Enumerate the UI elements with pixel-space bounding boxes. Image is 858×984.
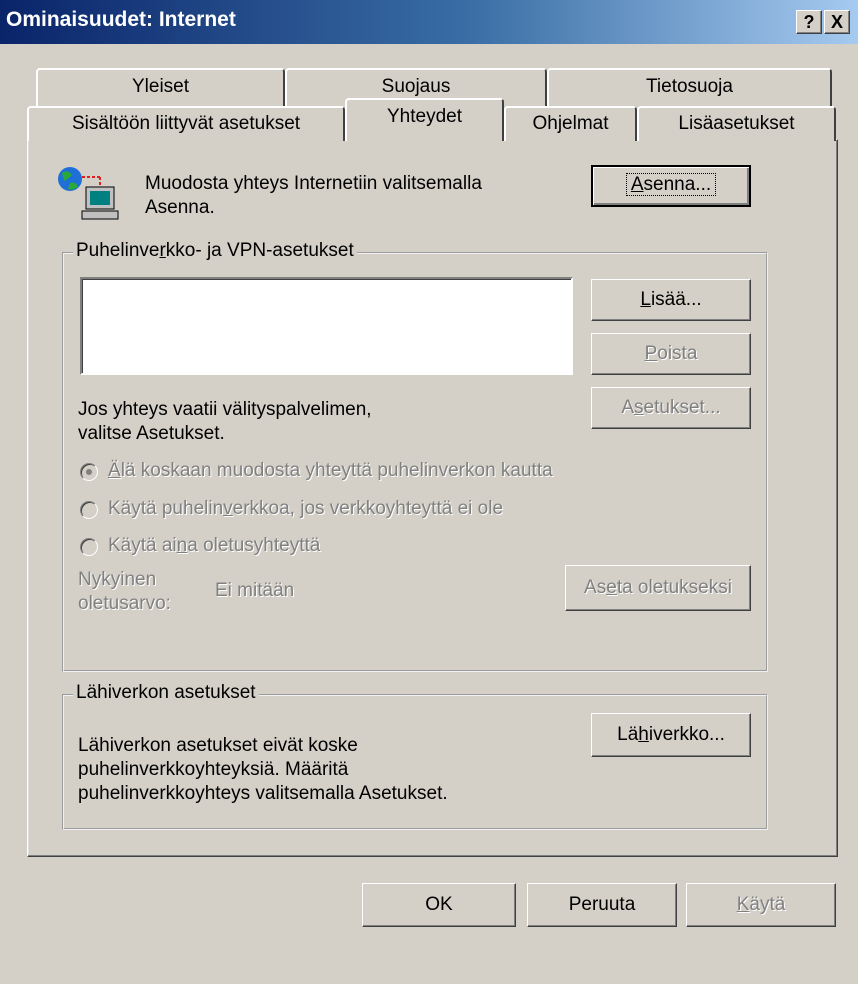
lan-legend: Lähiverkon asetukset — [73, 682, 259, 704]
add-button[interactable]: Lisää... — [591, 279, 751, 321]
tab-label: Lisäasetukset — [678, 113, 795, 134]
setup-text: Muodosta yhteys Internetiin valitsemalla… — [145, 173, 482, 218]
proxy-hint: Jos yhteys vaatii välityspalvelimen, val… — [78, 399, 372, 444]
radio-button[interactable] — [80, 538, 98, 556]
tab-general[interactable]: Yleiset — [36, 68, 285, 106]
set-default-button[interactable]: Aseta oletukseksi — [565, 565, 751, 611]
connections-list[interactable] — [80, 277, 573, 375]
dialup-legend: Puhelinverkko- ja VPN-asetukset — [73, 240, 357, 262]
tab-label: Yhteydet — [387, 106, 462, 127]
radio-label: Käytä aina oletusyhteyttä — [108, 535, 321, 556]
radio-label: Käytä puhelinverkkoa, jos verkkoyhteyttä… — [108, 498, 504, 519]
settings-button[interactable]: Asetukset... — [591, 387, 751, 429]
cancel-button[interactable]: Peruuta — [527, 883, 677, 927]
tab-label: Sisältöön liittyvät asetukset — [71, 113, 301, 134]
ok-button[interactable]: OK — [362, 883, 516, 927]
radio-dial-when-no-network[interactable]: Käytä puhelinverkkoa, jos verkkoyhteyttä… — [78, 498, 638, 524]
lan-text: Lähiverkon asetukset eivät koske puhelin… — [78, 735, 448, 804]
current-default-value: Ei mitään — [215, 580, 295, 601]
radio-always-dial-default[interactable]: Käytä aina oletusyhteyttä — [78, 535, 638, 561]
close-button[interactable]: X — [824, 10, 850, 34]
tab-label: Yleiset — [131, 76, 190, 97]
current-default-label: Nykyinen oletusarvo: — [78, 569, 171, 614]
radio-button[interactable] — [80, 463, 98, 481]
radio-button[interactable] — [80, 501, 98, 519]
tab-label: Ohjelmat — [532, 113, 609, 134]
tab-connections[interactable]: Yhteydet — [345, 98, 504, 141]
tab-content[interactable]: Sisältöön liittyvät asetukset — [27, 106, 345, 141]
tab-advanced[interactable]: Lisäasetukset — [637, 106, 836, 141]
window-title: Ominaisuudet: Internet — [6, 8, 236, 31]
apply-button[interactable]: Käytä — [686, 883, 836, 927]
tab-programs[interactable]: Ohjelmat — [504, 106, 637, 141]
tab-label: Suojaus — [381, 76, 451, 97]
help-button[interactable]: ? — [796, 10, 822, 34]
setup-button-label: Asenna... — [625, 173, 717, 196]
network-computer-icon — [56, 165, 122, 223]
tab-privacy[interactable]: Tietosuoja — [547, 68, 832, 106]
lan-settings-button[interactable]: Lähiverkko... — [591, 713, 751, 757]
remove-button[interactable]: Poista — [591, 333, 751, 375]
tab-label: Tietosuoja — [646, 76, 733, 97]
setup-button[interactable]: Asenna... — [591, 165, 751, 207]
title-bar[interactable]: Ominaisuudet: Internet ? X — [0, 0, 858, 44]
radio-label: Älä koskaan muodosta yhteyttä puhelinver… — [108, 460, 553, 481]
radio-never-dial[interactable]: Älä koskaan muodosta yhteyttä puhelinver… — [78, 460, 638, 486]
